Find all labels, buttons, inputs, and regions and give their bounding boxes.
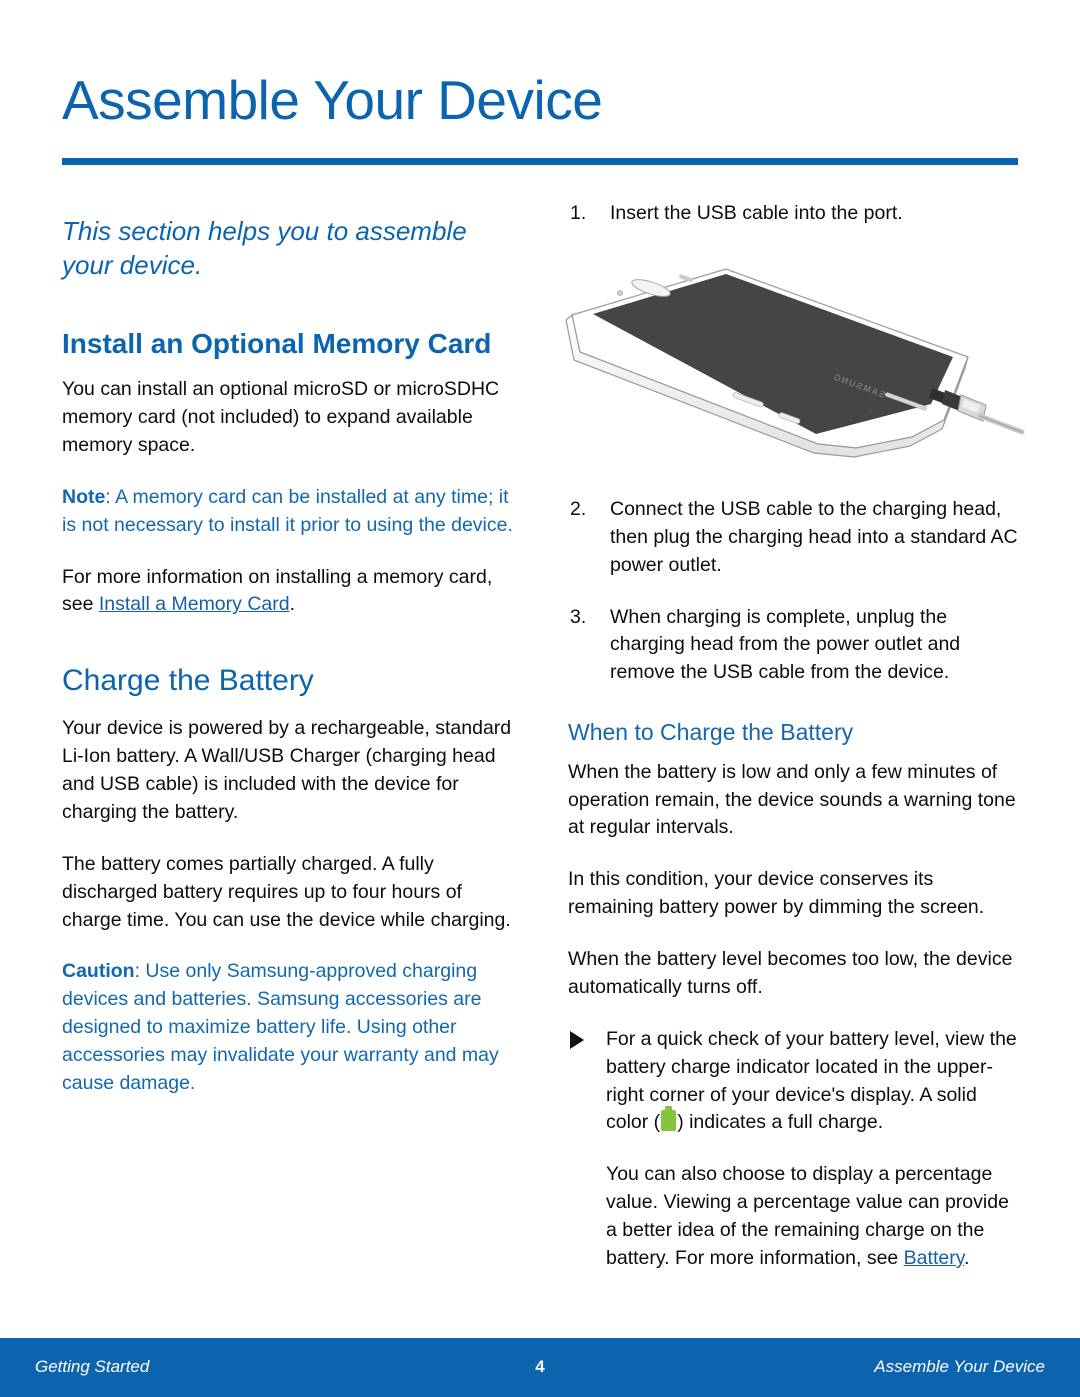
- footer-right-label: Assemble Your Device: [874, 1357, 1045, 1376]
- battery-indicator-bullet-list: For a quick check of your battery level,…: [568, 1026, 1023, 1273]
- bullet-continuation-item: You can also choose to display a percent…: [568, 1161, 1023, 1273]
- step-item: 3. When charging is complete, unplug the…: [568, 604, 1023, 688]
- heading-install-memory-card: Install an Optional Memory Card: [62, 327, 492, 359]
- title-divider: [62, 158, 1018, 165]
- when-to-charge-paragraph-1: When the battery is low and only a few m…: [568, 760, 1016, 839]
- charge-battery-paragraph-2: The battery comes partially charged. A f…: [62, 852, 511, 931]
- section-lead-text: This section helps you to assemble your …: [62, 216, 467, 281]
- step-number: 3.: [570, 605, 587, 628]
- step-number: 2.: [570, 497, 587, 520]
- left-column: This section helps you to assemble your …: [62, 200, 517, 1122]
- memory-card-paragraph: You can install an optional microSD or m…: [62, 378, 500, 456]
- charging-steps-list: 1. Insert the USB cable into the port.: [568, 200, 1023, 228]
- when-to-charge-paragraph-3: When the battery level becomes too low, …: [568, 948, 1013, 998]
- link-install-a-memory-card[interactable]: Install a Memory Card: [99, 593, 290, 615]
- triangle-bullet-icon: [570, 1030, 584, 1049]
- tablet-usb-illustration: SAMSUNG: [556, 252, 1026, 482]
- step-number: 1.: [570, 202, 587, 224]
- page-body: This section helps you to assemble your …: [0, 200, 1080, 1300]
- bullet-item: For a quick check of your battery level,…: [568, 1026, 1023, 1138]
- caution-label: Caution: [62, 960, 135, 983]
- step-item: 2. Connect the USB cable to the charging…: [568, 496, 1023, 580]
- note-label: Note: [62, 485, 106, 508]
- when-to-charge-paragraph-2: In this condition, your device conserves…: [568, 868, 985, 919]
- final-paragraph-suffix: .: [964, 1246, 970, 1269]
- step-text: Connect the USB cable to the charging he…: [610, 497, 1018, 576]
- page-footer: Getting Started 4 Assemble Your Device: [0, 1338, 1080, 1397]
- right-column: 1. Insert the USB cable into the port. S…: [565, 200, 1025, 1297]
- charge-battery-paragraph-1: Your device is powered by a rechargeable…: [62, 717, 512, 823]
- battery-full-icon: [661, 1106, 677, 1132]
- note-text: : A memory card can be installed at any …: [62, 485, 513, 536]
- memory-card-more-info: For more information on installing a mem…: [62, 564, 517, 620]
- more-info-suffix: .: [289, 593, 296, 616]
- memory-card-note: Note: A memory card can be installed at …: [62, 484, 517, 540]
- step-text: When charging is complete, unplug the ch…: [610, 605, 961, 684]
- bullet-text-part-2: ) indicates a full charge.: [677, 1111, 884, 1134]
- heading-charge-the-battery: Charge the Battery: [62, 664, 314, 698]
- step-item: 1. Insert the USB cable into the port.: [568, 200, 1023, 228]
- heading-when-to-charge-the-battery: When to Charge the Battery: [568, 719, 854, 746]
- page-title: Assemble Your Device: [62, 69, 603, 131]
- charging-steps-list-continued: 2. Connect the USB cable to the charging…: [568, 496, 1023, 687]
- step-text: Insert the USB cable into the port.: [610, 202, 903, 224]
- link-battery[interactable]: Battery: [904, 1247, 964, 1269]
- charge-battery-caution: Caution: Use only Samsung-approved charg…: [62, 958, 517, 1097]
